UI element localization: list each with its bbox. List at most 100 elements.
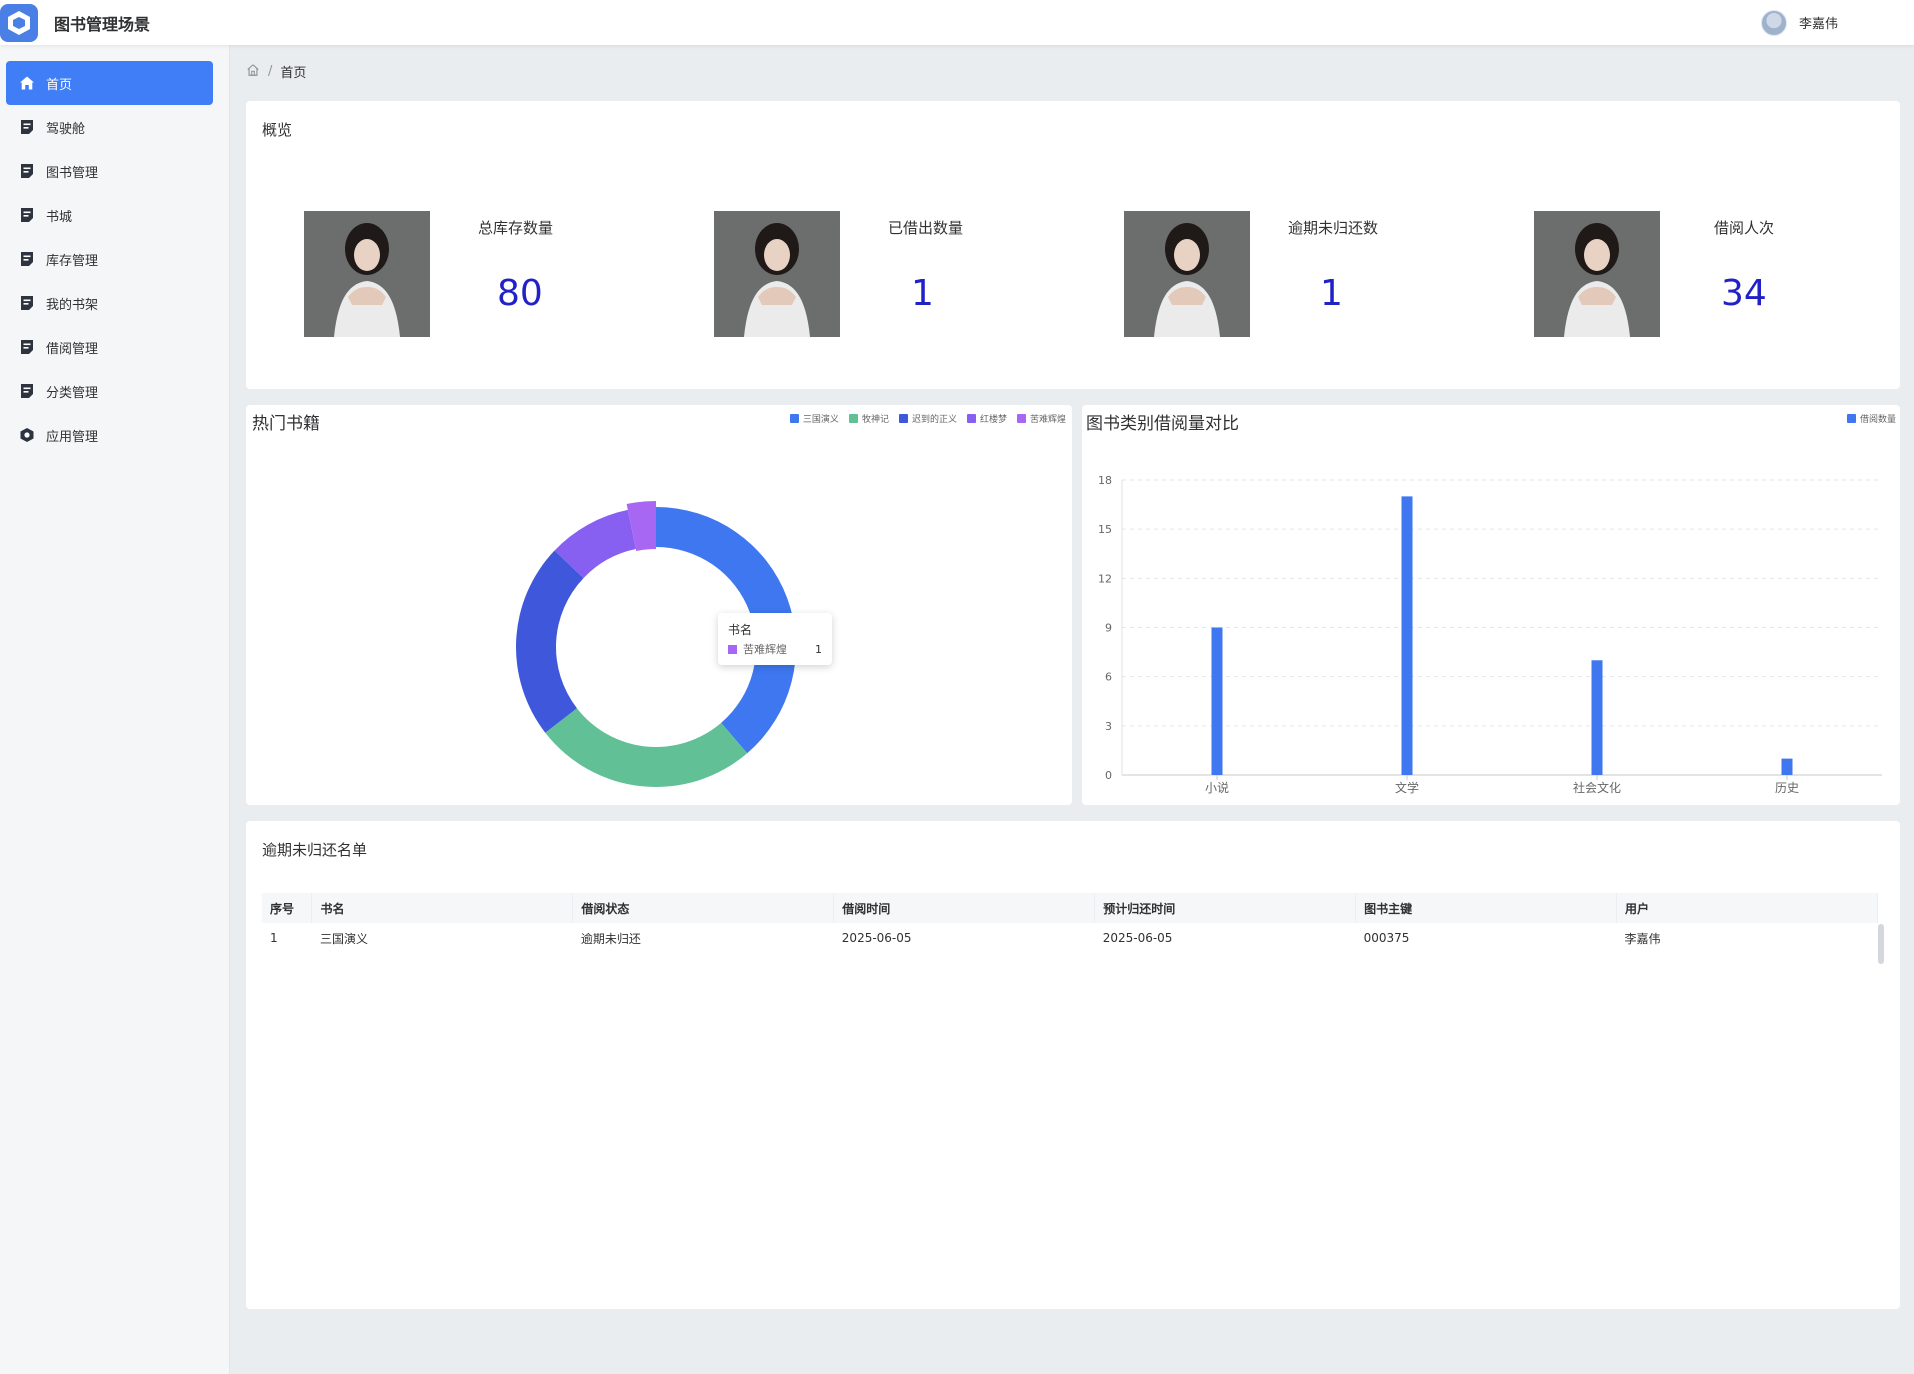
sidebar-item-label: 借阅管理: [46, 341, 99, 357]
top-header: 图书管理场景 李嘉伟: [0, 0, 1914, 45]
document-icon: [18, 250, 36, 268]
document-icon: [18, 206, 36, 224]
overdue-title: 逾期未归还名单: [262, 841, 368, 859]
legend-swatch: [966, 414, 976, 423]
legend-label: 三国演义: [802, 415, 839, 425]
y-tick-label: 6: [1105, 671, 1112, 684]
app-title: 图书管理场景: [54, 14, 151, 34]
column-header[interactable]: 图书主键: [1355, 893, 1618, 923]
tooltip-value: 1: [815, 642, 822, 656]
stat-label: 总库存数量: [478, 219, 554, 237]
overdue-table: 序号 书名 借阅状态 借阅时间 预计归还时间 图书主键 用户 1 三国演义 逾期…: [262, 893, 1878, 953]
column-header[interactable]: 预计归还时间: [1094, 893, 1357, 923]
table-row[interactable]: 1 三国演义 逾期未归还 2025-06-05 2025-06-05 00037…: [262, 923, 1878, 953]
table-header-row: 序号 书名 借阅状态 借阅时间 预计归还时间 图书主键 用户: [262, 893, 1878, 923]
bar[interactable]: [1781, 758, 1793, 775]
legend-item[interactable]: 红楼梦: [966, 412, 1007, 425]
table-scrollbar[interactable]: [1878, 924, 1884, 964]
bar[interactable]: [1211, 627, 1223, 776]
chart-tooltip: 书名 苦难辉煌 1: [718, 613, 832, 665]
stat-label: 逾期未归还数: [1288, 219, 1379, 237]
bar[interactable]: [1591, 660, 1603, 775]
table-cell: 三国演义: [319, 931, 368, 946]
document-icon: [18, 294, 36, 312]
sidebar-item-label: 图书管理: [46, 165, 99, 181]
sidebar-item-home[interactable]: 首页: [6, 61, 213, 105]
sidebar-item-category-management[interactable]: 分类管理: [6, 369, 213, 413]
stat-photo: [1534, 211, 1660, 337]
column-header[interactable]: 书名: [311, 893, 574, 923]
x-tick-label: 社会文化: [1573, 780, 1621, 795]
column-header[interactable]: 借阅时间: [833, 893, 1096, 923]
bar-chart: 0 3 6 9 12 15 18 小说 文学 社会文化 历史: [1098, 474, 1882, 795]
sidebar-item-cockpit[interactable]: 驾驶舱: [6, 105, 213, 149]
avatar[interactable]: [1760, 9, 1787, 36]
sidebar-item-label: 驾驶舱: [46, 121, 86, 137]
sidebar: 首页 驾驶舱 图书管理 书城 库存管理 我的书架 借阅管理 分类管理 应用管理: [0, 45, 230, 1374]
legend-item[interactable]: 苦难辉煌: [1016, 412, 1066, 425]
pie-slice[interactable]: [516, 550, 584, 733]
sidebar-item-label: 应用管理: [46, 429, 99, 445]
stat-value: 1: [1320, 273, 1343, 314]
chart-legend: 三国演义 牧神记 迟到的正义 红楼梦 苦难辉煌: [789, 412, 1066, 425]
y-tick-label: 12: [1098, 572, 1112, 585]
breadcrumb-current: 首页: [280, 66, 307, 81]
stat-value: 80: [497, 273, 543, 314]
sidebar-item-borrow-management[interactable]: 借阅管理: [6, 325, 213, 369]
y-tick-label: 9: [1105, 622, 1112, 635]
pie-slice[interactable]: [545, 708, 748, 787]
breadcrumb-separator: /: [268, 64, 273, 79]
legend-label: 迟到的正义: [911, 415, 957, 425]
sidebar-item-my-bookshelf[interactable]: 我的书架: [6, 281, 213, 325]
table-cell: 李嘉伟: [1624, 931, 1661, 946]
column-header[interactable]: 借阅状态: [572, 893, 835, 923]
app-logo-icon[interactable]: [0, 3, 38, 42]
stat-borrow-count: 借阅人次 34: [1534, 211, 1834, 337]
sidebar-item-label: 分类管理: [46, 385, 99, 401]
column-header[interactable]: 用户: [1616, 893, 1878, 923]
y-tick-label: 15: [1098, 523, 1112, 536]
home-icon[interactable]: [246, 63, 260, 81]
hot-books-card: 热门书籍 三国演义 牧神记 迟到的正义 红楼梦 苦难辉煌: [246, 405, 1072, 805]
legend-label: 苦难辉煌: [1029, 415, 1066, 425]
legend-item[interactable]: 牧神记: [848, 412, 889, 425]
stat-total-inventory: 总库存数量 80: [304, 211, 604, 337]
stat-photo: [1124, 211, 1250, 337]
sidebar-item-label: 书城: [46, 209, 73, 225]
home-icon: [18, 74, 36, 92]
table-cell: 2025-06-05: [841, 931, 912, 945]
sidebar-item-app-management[interactable]: 应用管理: [6, 413, 213, 457]
table-cell: 2025-06-05: [1102, 931, 1173, 945]
legend-swatch: [1016, 414, 1026, 423]
legend-label: 红楼梦: [979, 415, 1007, 425]
legend-label: 牧神记: [861, 415, 889, 425]
tooltip-title: 书名: [728, 623, 753, 637]
legend-item[interactable]: 迟到的正义: [898, 412, 957, 425]
stat-value: 1: [911, 273, 934, 314]
user-menu[interactable]: 李嘉伟: [1760, 0, 1838, 45]
hot-books-title: 热门书籍: [252, 414, 320, 434]
bar[interactable]: [1401, 496, 1413, 775]
x-tick-label: 小说: [1205, 780, 1229, 795]
tooltip-swatch: [728, 644, 737, 654]
document-icon: [18, 338, 36, 356]
y-tick-label: 0: [1105, 769, 1112, 782]
overview-title: 概览: [262, 121, 293, 139]
stat-borrowed: 已借出数量 1: [714, 211, 1014, 337]
legend-item[interactable]: 三国演义: [789, 412, 839, 425]
stat-value: 34: [1721, 273, 1767, 314]
legend-swatch: [898, 414, 908, 423]
sidebar-item-inventory[interactable]: 库存管理: [6, 237, 213, 281]
user-name[interactable]: 李嘉伟: [1799, 13, 1838, 32]
sidebar-item-label: 首页: [46, 77, 73, 93]
stat-photo: [304, 211, 430, 337]
legend-swatch: [848, 414, 858, 423]
document-icon: [18, 118, 36, 136]
sidebar-item-label: 我的书架: [46, 297, 99, 313]
sidebar-item-book-management[interactable]: 图书管理: [6, 149, 213, 193]
document-icon: [18, 382, 36, 400]
breadcrumb: / 首页: [246, 62, 306, 81]
column-header[interactable]: 序号: [262, 893, 313, 923]
sidebar-item-bookstore[interactable]: 书城: [6, 193, 213, 237]
donut-chart: [516, 501, 796, 787]
